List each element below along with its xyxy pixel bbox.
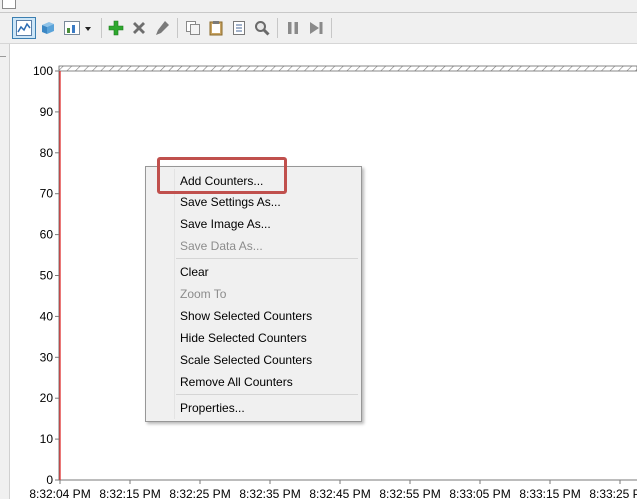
x-tick-label: 8:32:15 PM [99,487,160,499]
toolbar-separator [101,18,102,38]
step-forward-icon [310,22,323,34]
delete-counter-button[interactable] [129,17,149,39]
y-tick-label: 100 [33,64,53,78]
y-tick-label: 50 [40,269,54,283]
toolbar-separator [331,18,332,38]
y-tick-label: 80 [40,146,54,160]
x-tick-label: 8:32:35 PM [239,487,300,499]
y-tick-label: 30 [40,350,54,364]
annotation-highlight-box [157,157,287,194]
y-tick-label: 90 [40,105,54,119]
window-top-strip [0,0,637,13]
window-icon [2,0,16,9]
toolbar [0,13,637,44]
plus-icon [108,20,124,36]
menu-item-show-selected-counters[interactable]: Show Selected Counters [180,306,312,326]
x-tick-label: 8:32:45 PM [309,487,370,499]
menu-item-scale-selected-counters[interactable]: Scale Selected Counters [180,350,312,370]
menu-item-save-image-as[interactable]: Save Image As... [180,214,271,234]
magnifier-icon [255,21,270,36]
x-icon [133,22,145,34]
x-tick-label: 8:33:05 PM [449,487,510,499]
menu-item-remove-all-counters[interactable]: Remove All Counters [180,372,293,392]
menu-item-save-settings-as[interactable]: Save Settings As... [180,192,281,212]
highlight-button[interactable] [152,17,172,39]
zoom-button[interactable] [252,17,272,39]
menu-gutter [174,169,175,419]
x-tick-label: 8:32:04 PM [29,487,90,499]
menu-separator [176,258,358,259]
y-tick-label: 10 [40,432,54,446]
update-data-button[interactable] [306,17,326,39]
time-bar [58,65,637,72]
menu-item-zoom-to: Zoom To [180,287,227,301]
properties-button[interactable] [229,17,249,39]
menu-item-clear[interactable]: Clear [180,262,209,282]
cube-icon [42,22,54,34]
menu-separator [176,394,358,395]
change-graph-type-button[interactable] [62,17,96,39]
chart-type-icon [64,21,91,35]
copy-icon [186,21,200,35]
pause-icon [288,22,298,34]
x-tick-label: 8:33:25 PM [589,487,637,499]
toolbar-separator [277,18,278,38]
pen-icon [156,21,169,35]
x-tick-label: 8:32:25 PM [169,487,230,499]
x-tick-label: 8:32:55 PM [379,487,440,499]
clipboard-icon [209,21,223,36]
toolbar-separator [177,18,178,38]
add-counter-button[interactable] [106,17,126,39]
y-tick-label: 70 [40,187,54,201]
view-graph-button[interactable] [12,17,36,39]
paste-counter-list-button[interactable] [206,17,226,39]
copy-properties-button[interactable] [183,17,203,39]
freeze-display-button[interactable] [283,17,303,39]
view-histogram-button[interactable] [38,17,58,39]
y-tick-label: 40 [40,309,54,323]
y-tick-label: 20 [40,391,54,405]
y-tick-label: 0 [46,473,53,487]
y-tick-label: 60 [40,228,54,242]
x-tick-label: 8:33:15 PM [519,487,580,499]
context-menu: Add Counters... Save Settings As... Save… [145,166,362,422]
menu-item-save-data-as: Save Data As... [180,239,263,253]
menu-item-hide-selected-counters[interactable]: Hide Selected Counters [180,328,307,348]
line-graph-icon [16,20,32,36]
menu-item-properties[interactable]: Properties... [180,398,245,418]
properties-icon [233,21,245,35]
